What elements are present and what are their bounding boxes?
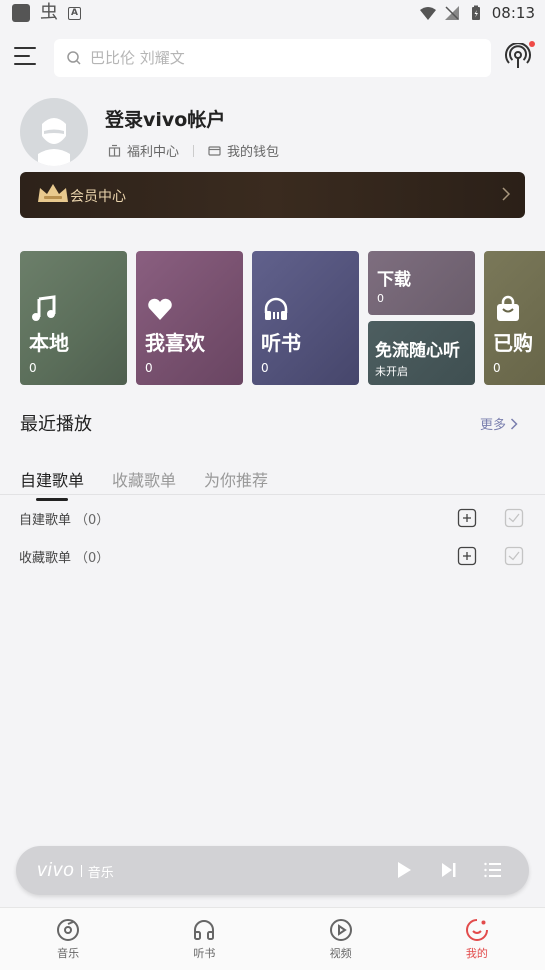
nav-mine[interactable]: 我的 bbox=[409, 908, 545, 970]
vip-center-banner[interactable]: 会员中心 bbox=[20, 172, 525, 218]
tile-free-flow-label: 免流随心听 bbox=[375, 341, 460, 361]
tile-local-music[interactable]: 本地 0 bbox=[20, 251, 127, 385]
vivo-logo: vivo bbox=[37, 860, 75, 881]
gift-icon bbox=[108, 144, 121, 157]
status-bar: 虫 A 08:13 bbox=[0, 0, 545, 30]
nav-music[interactable]: 音乐 bbox=[0, 908, 136, 970]
add-playlist-icon[interactable] bbox=[457, 508, 477, 528]
clock: 08:13 bbox=[491, 4, 535, 22]
playlist-row-count: （0） bbox=[75, 550, 110, 566]
playlist-tabs: 自建歌单 收藏歌单 为你推荐 bbox=[20, 467, 268, 501]
tile-local-label: 本地 bbox=[29, 331, 69, 355]
nav-mine-label: 我的 bbox=[465, 947, 488, 960]
battery-icon bbox=[471, 5, 480, 20]
nav-audiobooks-label: 听书 bbox=[193, 947, 216, 960]
notification-dot bbox=[529, 41, 535, 47]
playlist-row-label: 自建歌单 bbox=[19, 512, 72, 528]
bug-icon: 虫 bbox=[40, 2, 58, 23]
playlist-row-created[interactable]: 自建歌单 （0） bbox=[19, 506, 529, 530]
tile-free-flow[interactable]: 免流随心听 未开启 bbox=[368, 321, 475, 385]
tab-my-playlists[interactable]: 自建歌单 bbox=[20, 467, 84, 501]
divider bbox=[80, 865, 82, 877]
manage-check-icon[interactable] bbox=[504, 546, 524, 566]
shopping-bag-icon bbox=[497, 295, 519, 321]
welfare-center-label: 福利中心 bbox=[127, 145, 180, 160]
more-link[interactable]: 更多 bbox=[480, 414, 518, 433]
tile-favorites-count: 0 bbox=[145, 361, 153, 375]
search-icon bbox=[67, 51, 81, 65]
vip-center-label: 会员中心 bbox=[70, 189, 126, 205]
tile-favorites-label: 我喜欢 bbox=[145, 331, 205, 355]
headphones-icon bbox=[194, 920, 215, 940]
avatar[interactable] bbox=[20, 98, 88, 166]
headphones-icon bbox=[264, 297, 288, 320]
playlist-row-collected[interactable]: 收藏歌单 （0） bbox=[19, 544, 529, 568]
tab-recommended[interactable]: 为你推荐 bbox=[204, 467, 268, 491]
crown-icon bbox=[38, 184, 68, 202]
tile-downloads-label: 下载 bbox=[377, 270, 411, 290]
tile-favorites[interactable]: 我喜欢 0 bbox=[136, 251, 243, 385]
nav-video[interactable]: 视频 bbox=[273, 908, 409, 970]
tile-downloads[interactable]: 下载 0 bbox=[368, 251, 475, 315]
wallet-link[interactable]: 我的钱包 bbox=[208, 141, 279, 160]
login-account-link[interactable]: 登录vivo帐户 bbox=[105, 105, 225, 132]
tile-free-flow-status: 未开启 bbox=[375, 365, 408, 378]
divider bbox=[0, 494, 545, 495]
smile-icon bbox=[465, 919, 488, 941]
a-icon: A bbox=[68, 6, 81, 20]
tile-downloads-count: 0 bbox=[377, 292, 384, 305]
tile-purchased-count: 0 bbox=[493, 361, 501, 375]
tab-collected-playlists[interactable]: 收藏歌单 bbox=[112, 467, 176, 491]
divider bbox=[193, 144, 195, 157]
tile-audiobooks[interactable]: 听书 0 bbox=[252, 251, 359, 385]
chevron-right-icon bbox=[510, 417, 518, 430]
play-circle-icon bbox=[329, 919, 352, 941]
no-signal-icon bbox=[444, 6, 459, 20]
play-icon[interactable] bbox=[396, 861, 412, 879]
playlist-queue-icon[interactable] bbox=[484, 861, 502, 879]
player-brand: vivo 音乐 bbox=[37, 860, 114, 882]
tile-audiobooks-label: 听书 bbox=[261, 331, 301, 355]
wallet-label: 我的钱包 bbox=[227, 145, 280, 160]
wallet-icon bbox=[208, 146, 221, 156]
radio-broadcast-icon bbox=[505, 42, 531, 68]
radio-button[interactable] bbox=[504, 41, 535, 71]
menu-button[interactable] bbox=[14, 47, 38, 69]
nav-music-label: 音乐 bbox=[57, 947, 80, 960]
bottom-navigation: 音乐 听书 视频 我的 bbox=[0, 907, 545, 970]
wifi-icon bbox=[419, 7, 436, 20]
tile-purchased[interactable]: 已购 0 bbox=[484, 251, 545, 385]
music-note-icon bbox=[32, 295, 56, 321]
search-bar[interactable] bbox=[54, 39, 491, 77]
manage-check-icon[interactable] bbox=[504, 508, 524, 528]
notification-square-icon bbox=[12, 4, 30, 22]
chevron-right-icon bbox=[502, 187, 511, 201]
tile-purchased-label: 已购 bbox=[493, 331, 533, 355]
search-input[interactable] bbox=[90, 49, 430, 67]
next-track-icon[interactable] bbox=[441, 862, 457, 878]
mini-player[interactable]: vivo 音乐 bbox=[16, 846, 529, 895]
music-label: 音乐 bbox=[87, 865, 114, 881]
welfare-center-link[interactable]: 福利中心 bbox=[108, 141, 179, 160]
tile-audiobooks-count: 0 bbox=[261, 361, 269, 375]
default-avatar-icon bbox=[38, 118, 70, 166]
nav-audiobooks[interactable]: 听书 bbox=[136, 908, 272, 970]
recent-plays-heading: 最近播放 bbox=[20, 414, 92, 435]
playlist-row-label: 收藏歌单 bbox=[19, 550, 72, 566]
music-disc-icon bbox=[57, 919, 80, 941]
tile-local-count: 0 bbox=[29, 361, 37, 375]
more-label: 更多 bbox=[480, 418, 507, 433]
add-playlist-icon[interactable] bbox=[457, 546, 477, 566]
nav-video-label: 视频 bbox=[329, 947, 352, 960]
playlist-row-count: （0） bbox=[75, 512, 110, 528]
heart-icon bbox=[148, 298, 172, 320]
